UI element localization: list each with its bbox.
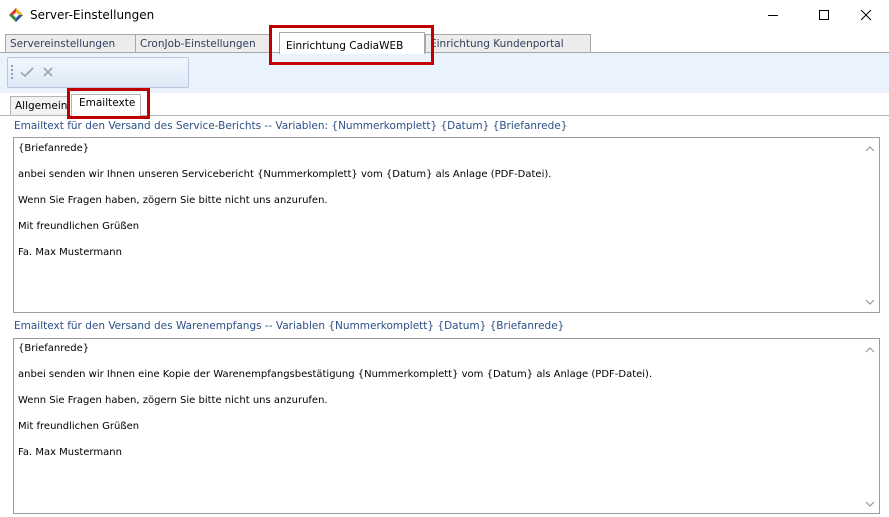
memo-line: anbei senden wir Ihnen eine Kopie der Wa… [18,369,653,380]
memo-line: Fa. Max Mustermann [18,247,122,258]
scroll-down-icon[interactable] [865,500,875,508]
toolbar-panel [0,53,889,93]
close-button[interactable] [843,0,889,30]
maximize-button[interactable] [801,0,847,30]
memo-line: Mit freundlichen Grüßen [18,221,140,232]
main-tab-strip: Servereinstellungen CronJob-Einstellunge… [0,32,889,54]
memo-line: {Briefanrede} [18,343,90,354]
close-icon [860,9,872,21]
tab-cronjob-einstellungen[interactable]: CronJob-Einstellungen [135,34,270,52]
service-report-label: Emailtext für den Versand des Service-Be… [14,120,568,132]
memo-line: Wenn Sie Fragen haben, zögern Sie bitte … [18,195,328,206]
scroll-down-icon[interactable] [865,298,875,306]
title-bar: Server-Einstellungen [0,0,889,30]
goods-receipt-label: Emailtext für den Versand des Warenempfa… [14,320,565,332]
toolbar [7,57,189,88]
minimize-button[interactable] [750,0,796,30]
highlight-cadiaweb-tab [269,25,434,65]
service-report-textarea[interactable]: {Briefanrede} anbei senden wir Ihnen uns… [13,137,880,313]
tab-einrichtung-kundenportal[interactable]: Einrichtung Kundenportal [425,34,591,52]
memo-line: Fa. Max Mustermann [18,447,122,458]
subtab-allgemein[interactable]: Allgemein [10,96,70,116]
scroll-up-icon[interactable] [865,346,875,354]
maximize-icon [819,10,829,20]
minimize-icon [768,15,778,16]
window-title: Server-Einstellungen [30,8,155,22]
toolbar-grip[interactable] [11,65,13,81]
x-icon[interactable] [40,64,56,80]
highlight-emailtexte-tab [67,88,150,119]
scroll-up-icon[interactable] [865,145,875,153]
tab-servereinstellungen[interactable]: Servereinstellungen [5,34,137,52]
checkmark-icon[interactable] [19,64,35,80]
memo-line: Wenn Sie Fragen haben, zögern Sie bitte … [18,395,328,406]
memo-line: Mit freundlichen Grüßen [18,421,140,432]
memo-line: {Briefanrede} [18,143,90,154]
goods-receipt-textarea[interactable]: {Briefanrede} anbei senden wir Ihnen ein… [13,338,880,514]
app-logo-icon [9,8,23,22]
memo-line: anbei senden wir Ihnen unseren Servicebe… [18,169,552,180]
